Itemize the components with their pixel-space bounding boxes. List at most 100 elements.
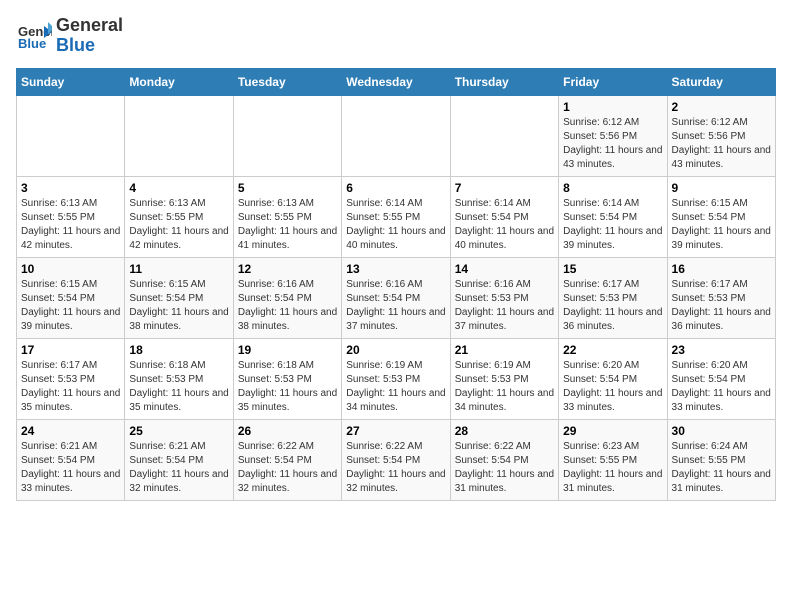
dow-header: Monday <box>125 68 233 95</box>
dow-header: Friday <box>559 68 667 95</box>
day-number: 24 <box>21 424 120 438</box>
calendar-cell: 13Sunrise: 6:16 AM Sunset: 5:54 PM Dayli… <box>342 257 450 338</box>
day-number: 21 <box>455 343 554 357</box>
calendar-cell: 20 Sunrise: 6:19 AM Sunset: 5:53 PM Dayli… <box>342 338 450 419</box>
cell-info: Sunrise: 6:21 AM Sunset: 5:54 PM Dayligh… <box>129 440 228 496</box>
cell-info: Sunrise: 6:16 AM Sunset: 5:53 PM Dayligh… <box>455 278 554 334</box>
day-number: 22 <box>563 343 662 357</box>
calendar-cell: 2 Sunrise: 6:12 AM Sunset: 5:56 PM Daylig… <box>667 95 775 176</box>
cell-info: Sunrise: 6:19 AM Sunset: 5:53 PM Dayligh… <box>346 359 445 415</box>
calendar-cell: 15 Sunrise: 6:17 AM Sunset: 5:53 PM Dayli… <box>559 257 667 338</box>
dow-header: Saturday <box>667 68 775 95</box>
cell-info: Sunrise: 6:15 AM Sunset: 5:54 PM Dayligh… <box>129 278 228 334</box>
cell-info: Sunrise: 6:17 AM Sunset: 5:53 PM Dayligh… <box>21 359 120 415</box>
calendar-cell: 7 Sunrise: 6:14 AM Sunset: 5:54 PM Daylig… <box>450 176 558 257</box>
calendar-cell <box>125 95 233 176</box>
day-number: 8 <box>563 181 662 195</box>
cell-info: Sunrise: 6:23 AM Sunset: 5:55 PM Dayligh… <box>563 440 662 496</box>
calendar-cell: 27 Sunrise: 6:22 AM Sunset: 5:54 PM Dayli… <box>342 419 450 500</box>
dow-header: Tuesday <box>233 68 341 95</box>
page-header: General Blue General Blue <box>16 16 776 56</box>
day-number: 15 <box>563 262 662 276</box>
day-number: 5 <box>238 181 337 195</box>
day-number: 14 <box>455 262 554 276</box>
calendar-cell: 12 Sunrise: 6:16 AM Sunset: 5:54 PM Dayli… <box>233 257 341 338</box>
calendar-cell: 11 Sunrise: 6:15 AM Sunset: 5:54 PM Dayli… <box>125 257 233 338</box>
cell-info: Sunrise: 6:13 AM Sunset: 5:55 PM Dayligh… <box>21 197 120 253</box>
day-number: 30 <box>672 424 771 438</box>
calendar-cell <box>342 95 450 176</box>
cell-info: Sunrise: 6:16 AM Sunset: 5:54 PM Dayligh… <box>346 278 445 334</box>
logo-icon: General Blue <box>16 18 52 54</box>
calendar-cell: 21 Sunrise: 6:19 AM Sunset: 5:53 PM Dayli… <box>450 338 558 419</box>
day-number: 19 <box>238 343 337 357</box>
logo: General Blue General Blue <box>16 16 123 56</box>
day-number: 26 <box>238 424 337 438</box>
day-number: 20 <box>346 343 445 357</box>
cell-info: Sunrise: 6:21 AM Sunset: 5:54 PM Dayligh… <box>21 440 120 496</box>
calendar-cell <box>17 95 125 176</box>
day-number: 23 <box>672 343 771 357</box>
day-number: 27 <box>346 424 445 438</box>
logo-text-general: General <box>56 16 123 36</box>
dow-header: Wednesday <box>342 68 450 95</box>
calendar-cell: 17Sunrise: 6:17 AM Sunset: 5:53 PM Dayli… <box>17 338 125 419</box>
day-number: 25 <box>129 424 228 438</box>
calendar-cell: 3 Sunrise: 6:13 AM Sunset: 5:55 PM Daylig… <box>17 176 125 257</box>
dow-header: Thursday <box>450 68 558 95</box>
calendar-cell <box>450 95 558 176</box>
calendar-cell: 28Sunrise: 6:22 AM Sunset: 5:54 PM Dayli… <box>450 419 558 500</box>
day-number: 12 <box>238 262 337 276</box>
calendar-week-row: 3 Sunrise: 6:13 AM Sunset: 5:55 PM Daylig… <box>17 176 776 257</box>
calendar-cell: 19 Sunrise: 6:18 AM Sunset: 5:53 PM Dayli… <box>233 338 341 419</box>
cell-info: Sunrise: 6:20 AM Sunset: 5:54 PM Dayligh… <box>563 359 662 415</box>
calendar-cell: 24 Sunrise: 6:21 AM Sunset: 5:54 PM Dayli… <box>17 419 125 500</box>
day-number: 16 <box>672 262 771 276</box>
calendar-cell: 14 Sunrise: 6:16 AM Sunset: 5:53 PM Dayli… <box>450 257 558 338</box>
cell-info: Sunrise: 6:22 AM Sunset: 5:54 PM Dayligh… <box>346 440 445 496</box>
calendar-cell: 8 Sunrise: 6:14 AM Sunset: 5:54 PM Daylig… <box>559 176 667 257</box>
day-number: 7 <box>455 181 554 195</box>
day-number: 29 <box>563 424 662 438</box>
calendar-table: SundayMondayTuesdayWednesdayThursdayFrid… <box>16 68 776 501</box>
calendar-cell: 6Sunrise: 6:14 AM Sunset: 5:55 PM Daylig… <box>342 176 450 257</box>
cell-info: Sunrise: 6:17 AM Sunset: 5:53 PM Dayligh… <box>672 278 771 334</box>
dow-header: Sunday <box>17 68 125 95</box>
day-number: 11 <box>129 262 228 276</box>
calendar-week-row: 17Sunrise: 6:17 AM Sunset: 5:53 PM Dayli… <box>17 338 776 419</box>
calendar-cell: 18 Sunrise: 6:18 AM Sunset: 5:53 PM Dayli… <box>125 338 233 419</box>
svg-text:Blue: Blue <box>18 36 46 51</box>
day-number: 4 <box>129 181 228 195</box>
cell-info: Sunrise: 6:13 AM Sunset: 5:55 PM Dayligh… <box>238 197 337 253</box>
cell-info: Sunrise: 6:22 AM Sunset: 5:54 PM Dayligh… <box>455 440 554 496</box>
cell-info: Sunrise: 6:24 AM Sunset: 5:55 PM Dayligh… <box>672 440 771 496</box>
calendar-header: SundayMondayTuesdayWednesdayThursdayFrid… <box>17 68 776 95</box>
cell-info: Sunrise: 6:14 AM Sunset: 5:54 PM Dayligh… <box>563 197 662 253</box>
calendar-cell: 5 Sunrise: 6:13 AM Sunset: 5:55 PM Daylig… <box>233 176 341 257</box>
cell-info: Sunrise: 6:19 AM Sunset: 5:53 PM Dayligh… <box>455 359 554 415</box>
cell-info: Sunrise: 6:18 AM Sunset: 5:53 PM Dayligh… <box>238 359 337 415</box>
calendar-cell: 25 Sunrise: 6:21 AM Sunset: 5:54 PM Dayli… <box>125 419 233 500</box>
cell-info: Sunrise: 6:22 AM Sunset: 5:54 PM Dayligh… <box>238 440 337 496</box>
calendar-cell: 29 Sunrise: 6:23 AM Sunset: 5:55 PM Dayli… <box>559 419 667 500</box>
calendar-cell: 23Sunrise: 6:20 AM Sunset: 5:54 PM Dayli… <box>667 338 775 419</box>
calendar-cell: 9Sunrise: 6:15 AM Sunset: 5:54 PM Daylig… <box>667 176 775 257</box>
day-number: 10 <box>21 262 120 276</box>
day-number: 3 <box>21 181 120 195</box>
cell-info: Sunrise: 6:12 AM Sunset: 5:56 PM Dayligh… <box>672 116 771 172</box>
cell-info: Sunrise: 6:18 AM Sunset: 5:53 PM Dayligh… <box>129 359 228 415</box>
day-number: 6 <box>346 181 445 195</box>
day-number: 2 <box>672 100 771 114</box>
calendar-week-row: 10 Sunrise: 6:15 AM Sunset: 5:54 PM Dayli… <box>17 257 776 338</box>
calendar-week-row: 1Sunrise: 6:12 AM Sunset: 5:56 PM Daylig… <box>17 95 776 176</box>
calendar-cell: 4Sunrise: 6:13 AM Sunset: 5:55 PM Daylig… <box>125 176 233 257</box>
cell-info: Sunrise: 6:17 AM Sunset: 5:53 PM Dayligh… <box>563 278 662 334</box>
calendar-cell: 10Sunrise: 6:15 AM Sunset: 5:54 PM Dayli… <box>17 257 125 338</box>
day-number: 18 <box>129 343 228 357</box>
calendar-cell: 16 Sunrise: 6:17 AM Sunset: 5:53 PM Dayli… <box>667 257 775 338</box>
cell-info: Sunrise: 6:15 AM Sunset: 5:54 PM Dayligh… <box>672 197 771 253</box>
cell-info: Sunrise: 6:16 AM Sunset: 5:54 PM Dayligh… <box>238 278 337 334</box>
calendar-cell: 1Sunrise: 6:12 AM Sunset: 5:56 PM Daylig… <box>559 95 667 176</box>
calendar-cell: 22 Sunrise: 6:20 AM Sunset: 5:54 PM Dayli… <box>559 338 667 419</box>
cell-info: Sunrise: 6:14 AM Sunset: 5:54 PM Dayligh… <box>455 197 554 253</box>
